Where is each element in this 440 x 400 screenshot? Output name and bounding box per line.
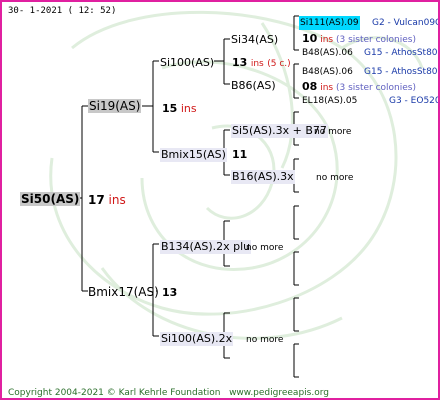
g5-d-breeder: G3 - EO520 [389, 96, 440, 106]
sire-inbreeding-unit: ins [180, 102, 197, 115]
g5-c-unit: ins [320, 83, 334, 93]
dam-inbreeding-count: 13 [162, 286, 178, 299]
ss-inbreeding-count: 13 [232, 56, 248, 69]
ss-inbreeding: 13 ins (5 c.) [232, 56, 291, 71]
g5-a-count: 10 [302, 32, 318, 45]
dam-queen-name[interactable]: Bmix17(AS) [88, 285, 159, 299]
sire-inbreeding: 15 ins [162, 102, 197, 116]
g5-c-inbreeding: 08 ins (3 sister colonies) [302, 80, 416, 95]
ds-queen-name[interactable]: B134(AS).2x plu [160, 240, 252, 254]
dd-no-more: no more [246, 335, 284, 345]
report-date: 30- 1-2021 ( 12: 52) [8, 6, 117, 16]
ss-queen-name[interactable]: Si100(AS) [160, 56, 214, 70]
g5-c-breeder: G15 - AthosSt80R [364, 67, 440, 77]
sd-queen-name[interactable]: Bmix15(AS) [160, 148, 227, 162]
root-queen-name[interactable]: Si50(AS) [20, 192, 81, 206]
sdd-no-more: no more [316, 173, 354, 183]
sds-no-more: no more [314, 127, 352, 137]
sd-inbreeding-count: 11 [232, 148, 248, 161]
g5-c-count: 08 [302, 80, 318, 93]
g5-a-queen-name[interactable]: Si111(AS).09 [299, 16, 360, 30]
ds-no-more: no more [246, 243, 284, 253]
footer-copyright: Copyright 2004-2021 © Karl Kehrle Founda… [8, 388, 221, 398]
dd-queen-name[interactable]: Si100(AS).2x [160, 332, 234, 346]
sss-queen-name[interactable]: Si34(AS) [231, 33, 278, 47]
g5-c-queen-name[interactable]: B48(AS).06 [302, 65, 353, 79]
sire-inbreeding-count: 15 [162, 102, 178, 115]
ss-inbreeding-unit: ins [250, 59, 264, 69]
root-inbreeding: 17 ins [88, 193, 126, 207]
g5-d-queen-name[interactable]: EL18(AS).05 [302, 94, 357, 108]
footer-url[interactable]: www.pedigreeapis.org [229, 388, 329, 398]
g5-a-unit: ins [320, 35, 334, 45]
root-inbreeding-count: 17 [88, 193, 105, 207]
footer: Copyright 2004-2021 © Karl Kehrle Founda… [8, 386, 329, 398]
g5-a-breeder: G2 - Vulcan09Q [372, 18, 440, 28]
g5-b-breeder: G15 - AthosSt80R [364, 48, 440, 58]
root-inbreeding-unit: ins [108, 193, 126, 207]
pedigree-panel: 30- 1-2021 ( 12: 52) Si50(AS) 17 ins Si1… [0, 0, 440, 400]
sire-queen-name[interactable]: Si19(AS) [88, 99, 142, 113]
g5-a-inbreeding: 10 ins (3 sister colonies) [302, 32, 416, 47]
ssd-queen-name[interactable]: B86(AS) [231, 79, 276, 93]
g5-b-queen-name[interactable]: B48(AS).06 [302, 46, 353, 60]
g5-c-sisters: (3 sister colonies) [335, 83, 416, 93]
g5-a-sisters: (3 sister colonies) [335, 35, 416, 45]
sdd-queen-name[interactable]: B16(AS).3x [231, 170, 295, 184]
ss-coancestry: (5 c.) [267, 59, 291, 69]
